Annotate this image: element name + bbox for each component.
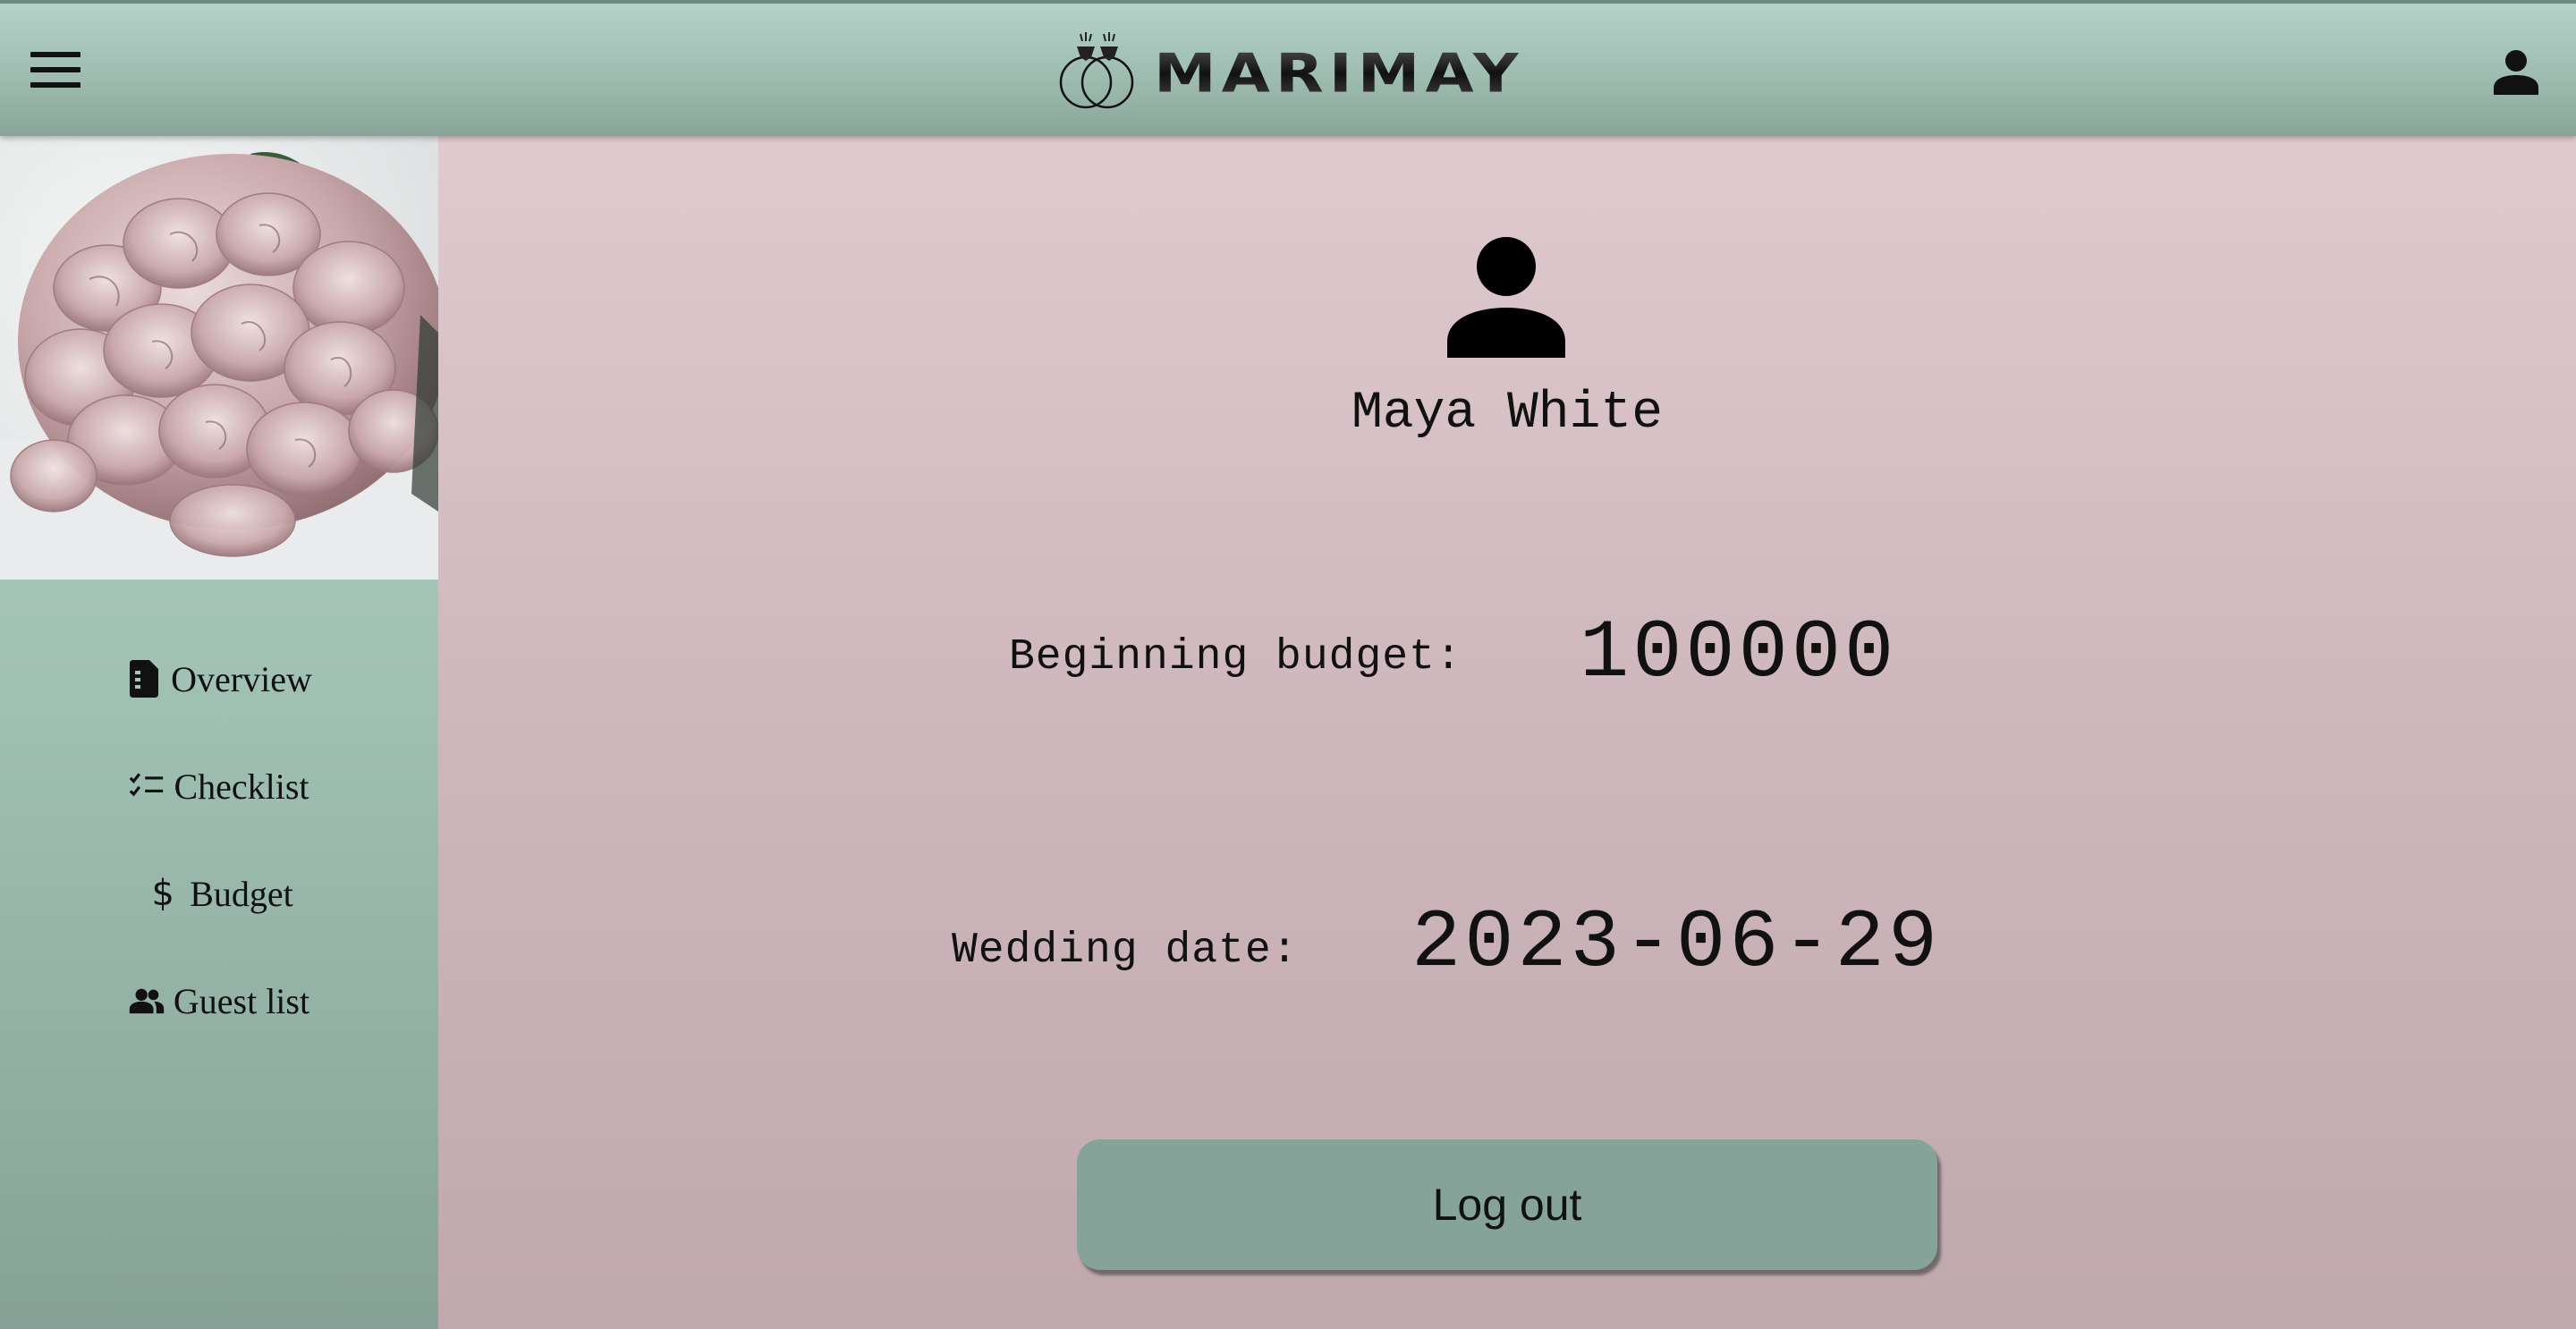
- logo-text: MARIMAY: [1154, 42, 1524, 105]
- profile-avatar-icon: [1447, 237, 1565, 358]
- sidebar-item-guest-list[interactable]: Guest list: [0, 969, 438, 1032]
- wedding-date-value: 2023-06-29: [1411, 896, 1942, 990]
- app-logo[interactable]: MARIMAY: [1054, 30, 1524, 116]
- main-content: Maya White Beginning budget: 100000 Wedd…: [438, 136, 2576, 1329]
- user-account-icon[interactable]: [2492, 48, 2540, 97]
- top-bar: MARIMAY: [0, 0, 2576, 136]
- sidebar-item-overview[interactable]: Overview: [0, 648, 438, 710]
- hamburger-menu-icon[interactable]: [30, 52, 80, 88]
- sidebar-item-checklist[interactable]: Checklist: [0, 755, 438, 817]
- profile-name: Maya White: [1351, 385, 1664, 443]
- sidebar: Overview Checklist $ Budget Guest list: [0, 136, 438, 1329]
- checklist-icon: [129, 766, 165, 806]
- sidebar-item-label: Guest list: [173, 980, 310, 1021]
- document-icon: [126, 659, 162, 698]
- flower-illustration: [0, 152, 438, 580]
- sidebar-item-label: Budget: [190, 873, 293, 914]
- wedding-date-label: Wedding date:: [952, 927, 1299, 975]
- dollar-icon: $: [151, 873, 174, 914]
- wedding-rings-icon: [1059, 32, 1134, 109]
- people-icon: [129, 981, 165, 1020]
- budget-label: Beginning budget:: [1009, 633, 1462, 681]
- logout-button[interactable]: Log out: [1077, 1139, 1937, 1270]
- sidebar-item-label: Checklist: [174, 766, 309, 807]
- sidebar-item-label: Overview: [171, 658, 312, 699]
- sidebar-item-budget[interactable]: $ Budget: [0, 862, 438, 925]
- hydrangea-hero-image: [0, 136, 438, 580]
- budget-value: 100000: [1580, 606, 1898, 700]
